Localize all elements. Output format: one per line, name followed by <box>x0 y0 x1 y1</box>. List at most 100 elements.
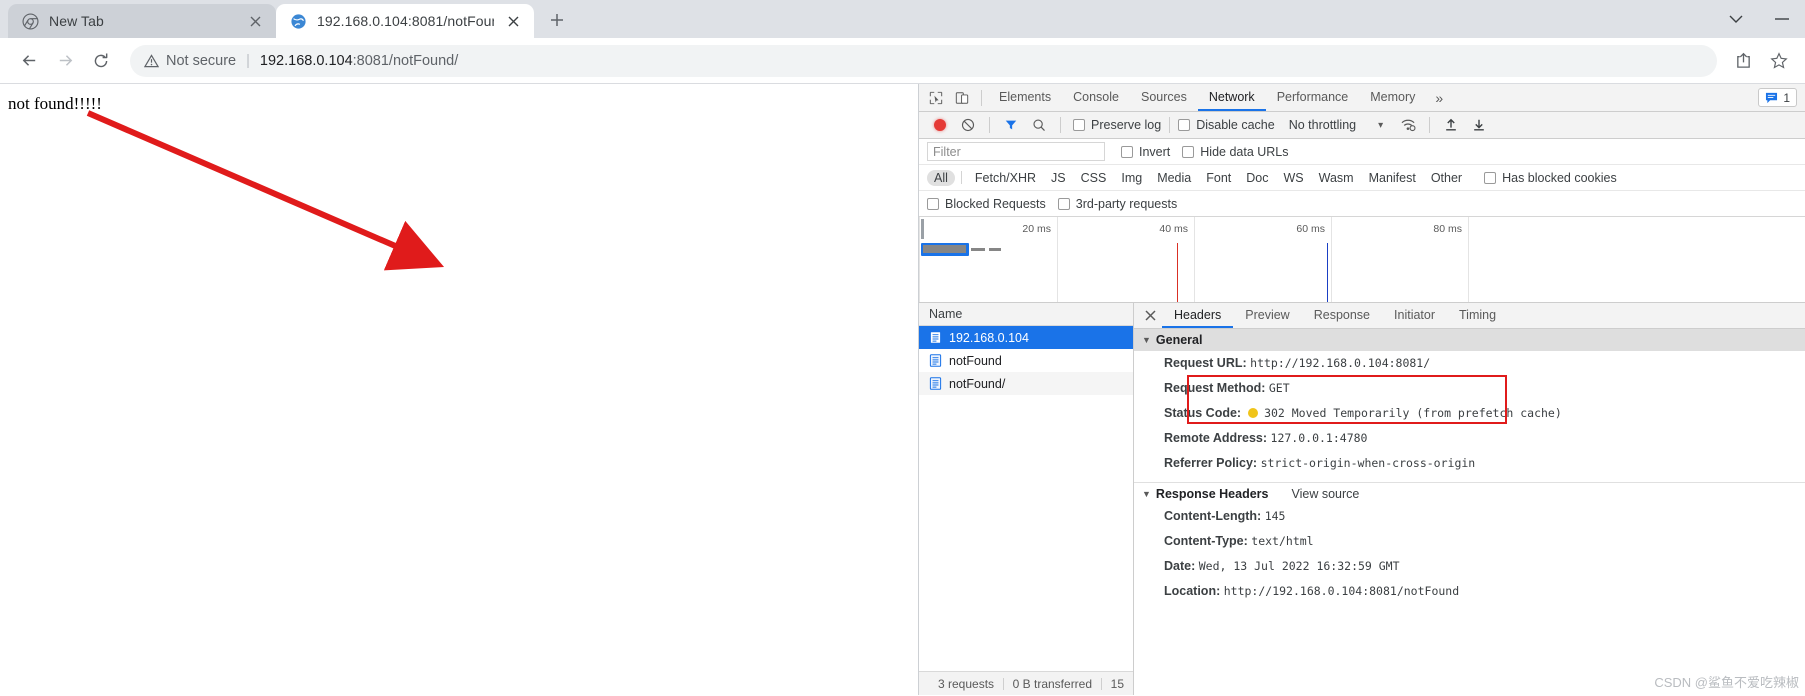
type-filter-font[interactable]: Font <box>1199 170 1238 186</box>
detail-tab-headers[interactable]: Headers <box>1162 303 1233 328</box>
blocked-filters-row: Blocked Requests 3rd-party requests <box>919 191 1805 217</box>
blocked-requests-checkbox[interactable]: Blocked Requests <box>927 197 1046 211</box>
message-count-badge[interactable]: 1 <box>1758 88 1797 107</box>
inspect-cursor-icon[interactable] <box>923 86 949 110</box>
devtools-tab-memory[interactable]: Memory <box>1359 84 1426 111</box>
network-overview-timeline[interactable]: 20 ms 40 ms 60 ms 80 ms <box>919 217 1805 303</box>
timeline-tick-60ms: 60 ms <box>1296 223 1331 235</box>
security-indicator[interactable]: Not secure <box>144 53 236 69</box>
reload-icon[interactable] <box>84 44 118 78</box>
detail-tab-timing[interactable]: Timing <box>1447 303 1508 328</box>
search-icon[interactable] <box>1026 113 1052 137</box>
document-icon <box>929 377 942 390</box>
type-filter-all[interactable]: All <box>927 170 955 186</box>
detail-tab-response[interactable]: Response <box>1302 303 1382 328</box>
type-filter-js[interactable]: JS <box>1044 170 1073 186</box>
third-party-requests-checkbox[interactable]: 3rd-party requests <box>1058 197 1177 211</box>
request-list: Name 192.168.0.104 <box>919 303 1134 695</box>
header-row-status-code: Status Code: 302 Moved Temporarily (from… <box>1134 401 1805 426</box>
filter-row: Filter Invert Hide data URLs <box>919 139 1805 165</box>
export-har-icon[interactable] <box>1466 113 1492 137</box>
omnibox-separator: | <box>246 53 250 69</box>
view-source-link[interactable]: View source <box>1291 487 1359 501</box>
filter-input[interactable]: Filter <box>927 142 1105 161</box>
chevron-down-icon[interactable] <box>1713 0 1759 38</box>
chrome-logo-icon <box>22 13 39 30</box>
type-filter-media[interactable]: Media <box>1150 170 1198 186</box>
request-name: notFound/ <box>949 377 1005 391</box>
record-stop-icon[interactable] <box>927 113 953 137</box>
hide-data-urls-label: Hide data URLs <box>1200 145 1288 159</box>
content-area: not found!!!!! <box>0 84 1805 695</box>
close-icon[interactable] <box>1138 304 1162 328</box>
type-filter-doc[interactable]: Doc <box>1239 170 1275 186</box>
type-filter-wasm[interactable]: Wasm <box>1312 170 1361 186</box>
address-bar[interactable]: Not secure | 192.168.0.104:8081/notFound… <box>130 45 1717 77</box>
hide-data-urls-checkbox[interactable]: Hide data URLs <box>1182 145 1288 159</box>
throttling-select[interactable]: No throttling <box>1289 118 1356 132</box>
toolbar-actions <box>1727 45 1795 77</box>
timeline-request-bar-2 <box>971 248 985 251</box>
close-icon[interactable] <box>504 12 522 30</box>
devtools-tab-console[interactable]: Console <box>1062 84 1130 111</box>
type-filter-ws[interactable]: WS <box>1276 170 1310 186</box>
table-row[interactable]: 192.168.0.104 <box>919 326 1133 349</box>
invert-label: Invert <box>1139 145 1170 159</box>
chevron-down-icon[interactable]: ▾ <box>1378 120 1383 131</box>
more-tabs-icon[interactable]: » <box>1426 90 1452 106</box>
device-toolbar-icon[interactable] <box>949 86 975 110</box>
timeline-request-bar-3 <box>989 248 1001 251</box>
type-filter-other[interactable]: Other <box>1424 170 1469 186</box>
devtools-tabbar: Elements Console Sources Network Perform… <box>919 84 1805 112</box>
clear-icon[interactable] <box>955 113 981 137</box>
type-filter-img[interactable]: Img <box>1114 170 1149 186</box>
browser-tab-new-tab[interactable]: New Tab <box>8 4 276 38</box>
request-list-column-name[interactable]: Name <box>919 303 1133 326</box>
red-arrow-annotation <box>0 84 919 695</box>
new-tab-button[interactable] <box>542 5 572 35</box>
tab-title: New Tab <box>49 13 236 29</box>
type-filter-css[interactable]: CSS <box>1074 170 1114 186</box>
devtools-tab-performance[interactable]: Performance <box>1266 84 1360 111</box>
type-filter-manifest[interactable]: Manifest <box>1362 170 1423 186</box>
response-headers-section-header[interactable]: ▼ Response Headers View source <box>1134 482 1805 504</box>
star-icon[interactable] <box>1763 45 1795 77</box>
header-key: Request Method: <box>1164 381 1265 395</box>
devtools-tab-network[interactable]: Network <box>1198 84 1266 111</box>
blocked-requests-label: Blocked Requests <box>945 197 1046 211</box>
table-row[interactable]: notFound <box>919 349 1133 372</box>
checkbox-box <box>1182 146 1194 158</box>
invert-checkbox[interactable]: Invert <box>1121 145 1170 159</box>
response-headers-title: Response Headers <box>1156 487 1269 501</box>
browser-tab-notfound[interactable]: 192.168.0.104:8081/notFound/ <box>276 4 534 38</box>
network-status-bar: 3 requests 0 B transferred 15 <box>919 671 1133 695</box>
timeline-tick-80ms: 80 ms <box>1433 223 1468 235</box>
detail-tab-preview[interactable]: Preview <box>1233 303 1301 328</box>
browser-window: New Tab 192.168.0.104:8081/notFound/ <box>0 0 1805 696</box>
header-value: 302 Moved Temporarily (from prefetch cac… <box>1264 406 1562 420</box>
checkbox-box <box>1484 172 1496 184</box>
devtools-tab-elements[interactable]: Elements <box>988 84 1062 111</box>
close-icon[interactable] <box>246 12 264 30</box>
share-icon[interactable] <box>1727 45 1759 77</box>
header-value: http://192.168.0.104:8081/notFound <box>1224 584 1459 598</box>
back-arrow-icon[interactable] <box>12 44 46 78</box>
general-section-header[interactable]: ▼ General <box>1134 329 1805 351</box>
detail-tab-initiator[interactable]: Initiator <box>1382 303 1447 328</box>
devtools-tab-sources[interactable]: Sources <box>1130 84 1198 111</box>
minimize-icon[interactable] <box>1759 0 1805 38</box>
warning-triangle-icon <box>144 54 159 68</box>
has-blocked-cookies-checkbox[interactable]: Has blocked cookies <box>1484 171 1617 185</box>
disable-cache-label: Disable cache <box>1196 118 1275 132</box>
type-filter-fetch-xhr[interactable]: Fetch/XHR <box>968 170 1043 186</box>
checkbox-box <box>1073 119 1085 131</box>
filter-funnel-icon[interactable] <box>998 113 1024 137</box>
import-har-icon[interactable] <box>1438 113 1464 137</box>
disable-cache-checkbox[interactable]: Disable cache <box>1178 118 1275 132</box>
preserve-log-checkbox[interactable]: Preserve log <box>1073 118 1161 132</box>
table-row[interactable]: notFound/ <box>919 372 1133 395</box>
network-conditions-icon[interactable] <box>1395 113 1421 137</box>
forward-arrow-icon[interactable] <box>48 44 82 78</box>
devtools-panel: Elements Console Sources Network Perform… <box>919 84 1805 695</box>
header-value: text/html <box>1251 534 1313 548</box>
